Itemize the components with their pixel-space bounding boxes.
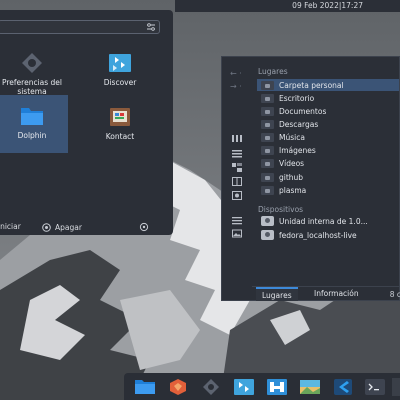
place-github[interactable]: github [257,171,399,183]
clock[interactable]: 09 Feb 2022|17:27 [292,1,363,10]
app-label: Preferencias del sistema [1,78,63,96]
power-icon[interactable] [139,222,149,232]
vscode-icon[interactable] [332,378,354,396]
place-pictures[interactable]: Imágenes [257,144,399,156]
hard-drive-icon [261,230,274,240]
launcher-footer: iniciar Apagar [0,222,173,234]
image-icon[interactable] [232,229,242,238]
image-viewer-icon[interactable] [299,378,321,396]
music-folder-icon [261,132,274,142]
back-arrow-icon[interactable]: ← · [230,69,242,78]
terminal-icon[interactable] [364,378,386,396]
menu-icon[interactable] [232,216,242,225]
shutdown-icon [42,222,51,232]
system-settings-icon [22,53,42,73]
place-downloads[interactable]: Descargas [257,118,399,130]
item-count: 8 c [389,290,400,299]
split-view-icon[interactable] [232,163,242,172]
file-manager-window: ← · → · Lugares Carpeta personal Escrito… [221,56,400,301]
dock [124,373,400,400]
places-header: Lugares [258,67,288,76]
devices-header: Dispositivos [258,205,304,214]
kate-editor-icon[interactable] [266,378,288,396]
device-fedora-live[interactable]: fedora_localhost-live [257,229,399,241]
app-label: Dolphin [17,131,47,140]
restart-button[interactable]: iniciar [0,222,21,231]
folder-icon [261,172,274,182]
configure-icon[interactable] [146,22,156,32]
system-settings-icon[interactable] [200,378,222,396]
pictures-folder-icon [261,145,274,155]
top-panel: 09 Feb 2022|17:27 [175,0,400,12]
documents-folder-icon [261,106,274,116]
app-label: Kontact [105,132,135,141]
app-dolphin[interactable]: Dolphin [0,95,68,153]
downloads-folder-icon [261,119,274,129]
tab-information[interactable]: Información [308,287,365,301]
place-home[interactable]: Carpeta personal [257,79,399,91]
toolbar-strip: ← · → · [222,57,252,300]
device-internal-drive[interactable]: Unidad interna de 1.0... [257,215,399,227]
hard-drive-icon [261,216,274,226]
search-input[interactable] [0,20,160,34]
place-music[interactable]: Música [257,131,399,143]
shutdown-label: Apagar [55,222,82,232]
columns-icon[interactable] [232,134,242,143]
dolphin-icon[interactable] [134,378,156,396]
application-launcher: Preferencias del sistema Discover Dolphi… [0,10,173,235]
app-discover[interactable]: Discover [84,48,156,96]
list-icon[interactable] [232,149,242,158]
shutdown-button[interactable]: Apagar [42,222,82,232]
panel-tabs: Lugares Información 8 c [252,286,400,301]
discover-icon[interactable] [233,378,255,396]
kontact-icon [110,108,130,126]
forward-arrow-icon[interactable]: → · [230,82,242,91]
preview-icon[interactable] [232,177,242,186]
tab-places[interactable]: Lugares [256,287,298,301]
place-plasma[interactable]: plasma [257,184,399,196]
app-kontact[interactable]: Kontact [84,102,156,150]
videos-folder-icon [261,158,274,168]
firefox-icon[interactable] [167,378,189,396]
desktop-folder-icon [261,93,274,103]
app-label: Discover [103,78,137,87]
overflow-item[interactable] [392,378,400,396]
folder-icon [261,185,274,195]
place-desktop[interactable]: Escritorio [257,92,399,104]
search-icon[interactable] [232,191,242,200]
place-videos[interactable]: Vídeos [257,157,399,169]
place-documents[interactable]: Documentos [257,105,399,117]
home-folder-icon [261,80,274,90]
dolphin-folder-icon [21,108,43,125]
discover-icon [109,54,131,72]
